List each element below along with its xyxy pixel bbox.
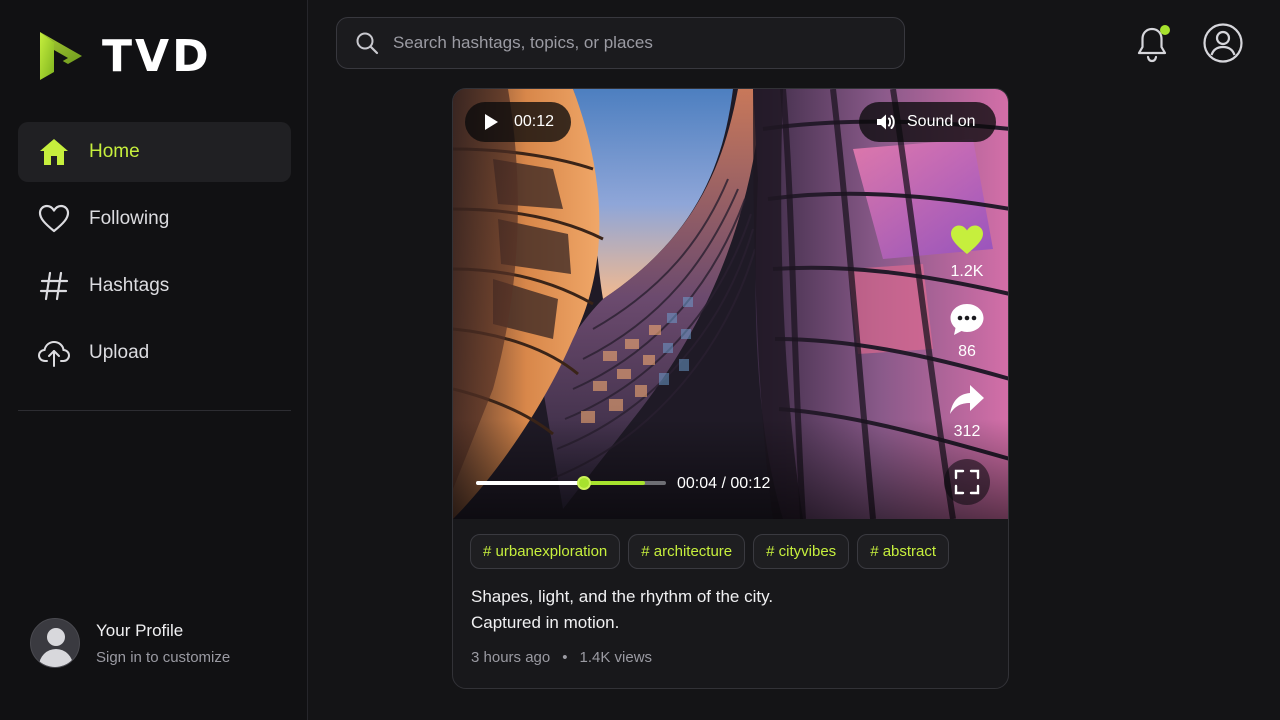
fullscreen-button[interactable] — [944, 459, 990, 505]
sidebar-item-upload[interactable]: Upload — [18, 323, 291, 383]
sidebar: TVD Home Following Hashtags Upload Your … — [0, 0, 308, 720]
search-bar[interactable] — [336, 17, 905, 69]
profile-card[interactable]: Your Profile Sign in to customize — [30, 618, 230, 668]
fullscreen-icon — [954, 469, 980, 495]
share-button[interactable]: 312 — [941, 381, 993, 441]
timecode: 00:04 / 00:12 — [677, 475, 771, 492]
video-frame-architecture — [453, 89, 1008, 519]
sidebar-item-label: Upload — [89, 342, 150, 363]
share-count: 312 — [953, 423, 981, 440]
post-age: 3 hours ago — [471, 649, 551, 666]
caption-line: Captured in motion. — [471, 613, 620, 632]
progress-bar[interactable] — [476, 476, 666, 490]
user-account-icon[interactable] — [1202, 22, 1244, 64]
sound-toggle[interactable]: Sound on — [859, 102, 996, 142]
hashtag-icon — [36, 268, 72, 304]
volume-icon — [877, 114, 895, 130]
caption-line: Shapes, light, and the rhythm of the cit… — [471, 587, 774, 606]
meta-separator: • — [562, 649, 568, 666]
hashtag-chip[interactable]: # cityvibes — [753, 534, 850, 569]
heart-filled-icon — [951, 225, 983, 254]
cloud-upload-icon — [36, 335, 72, 371]
comment-icon — [950, 304, 984, 335]
hashtag-chip[interactable]: # urbanexploration — [470, 534, 621, 569]
comment-count: 86 — [958, 343, 976, 360]
sidebar-item-hashtags[interactable]: Hashtags — [18, 256, 291, 316]
post-caption: Shapes, light, and the rhythm of the cit… — [471, 584, 773, 636]
comment-button[interactable]: 86 — [941, 301, 993, 361]
video-player[interactable]: 00:12 Sound on 1.2K 86 312 00:04 / 00:12 — [453, 89, 1008, 519]
sidebar-item-following[interactable]: Following — [18, 189, 291, 249]
heart-outline-icon — [36, 201, 72, 237]
sidebar-item-home[interactable]: Home — [18, 122, 291, 182]
search-icon — [356, 32, 379, 55]
play-icon — [485, 114, 498, 130]
search-input[interactable] — [393, 33, 904, 53]
sidebar-divider — [18, 410, 291, 411]
hashtag-list: # urbanexploration # architecture # city… — [470, 534, 957, 569]
profile-subtitle: Sign in to customize — [96, 648, 231, 666]
post-meta: 3 hours ago • 1.4K views — [471, 649, 652, 666]
progress-played — [476, 481, 584, 485]
avatar[interactable] — [30, 618, 80, 668]
home-icon — [36, 134, 72, 170]
duration-text: 00:12 — [514, 113, 555, 130]
duration-badge[interactable]: 00:12 — [465, 102, 571, 142]
brand-name: TVD — [102, 30, 212, 82]
sound-label: Sound on — [907, 113, 976, 130]
sidebar-item-label: Following — [89, 208, 170, 229]
hashtag-chip[interactable]: # architecture — [628, 534, 746, 569]
hashtag-chip[interactable]: # abstract — [857, 534, 950, 569]
notification-badge — [1160, 25, 1170, 35]
view-count: 1.4K views — [579, 649, 653, 666]
like-button[interactable]: 1.2K — [941, 221, 993, 281]
brand-logo[interactable]: TVD — [36, 28, 212, 84]
play-logo-icon — [40, 32, 82, 80]
video-card: 00:12 Sound on 1.2K 86 312 00:04 / 00:12… — [452, 88, 1009, 689]
share-arrow-icon — [950, 385, 984, 414]
profile-name: Your Profile — [96, 620, 184, 640]
sidebar-item-label: Hashtags — [89, 275, 170, 296]
sidebar-item-label: Home — [89, 141, 140, 162]
progress-handle[interactable] — [577, 476, 591, 490]
main-nav: Home Following Hashtags Upload — [18, 122, 291, 390]
like-count: 1.2K — [950, 263, 984, 280]
progress-buffered — [584, 481, 645, 485]
